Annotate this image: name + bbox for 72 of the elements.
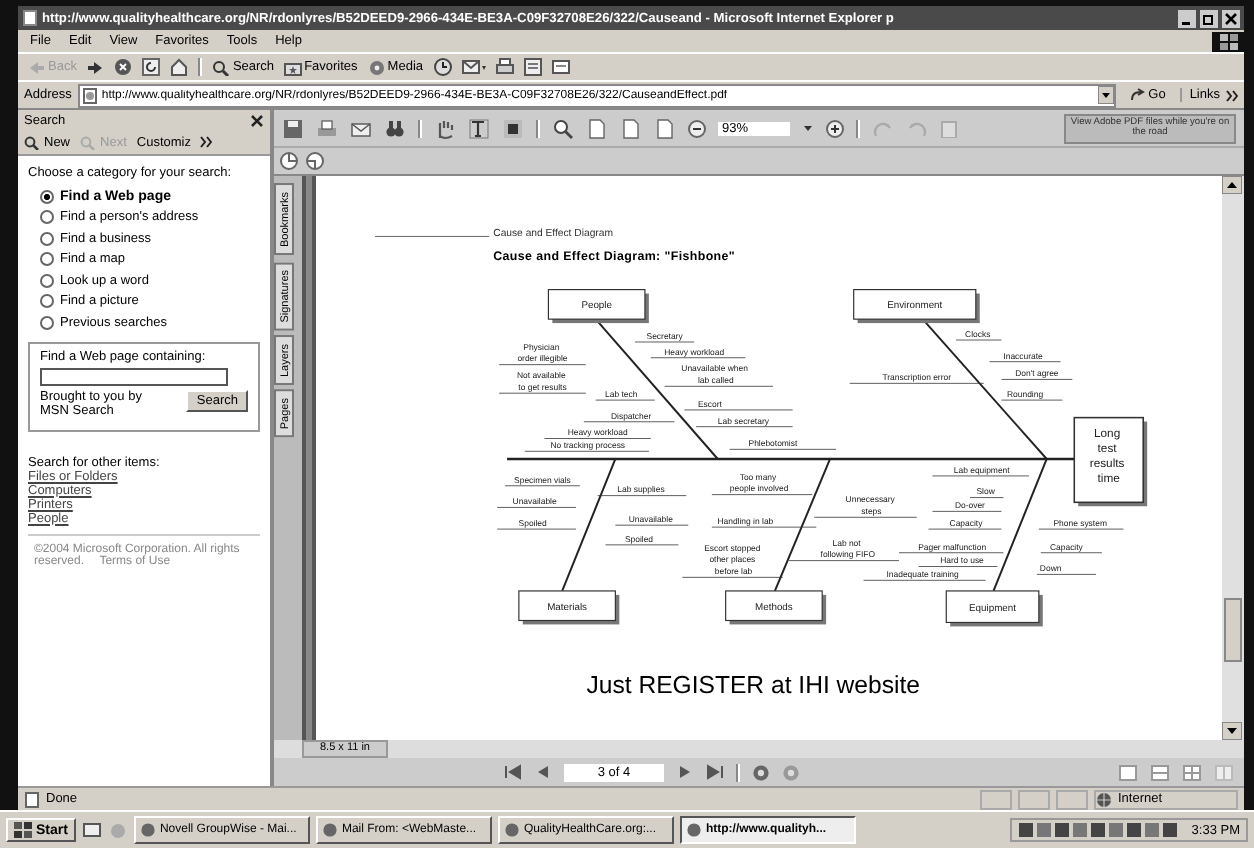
mail-icon[interactable] [461,58,486,76]
page-icon[interactable] [620,117,642,139]
desktop-icon[interactable] [81,821,102,839]
up-arrow-icon[interactable] [1222,176,1242,194]
chevron-icon[interactable] [200,136,213,148]
printer-icon[interactable] [316,117,338,139]
status-pane [980,789,1012,809]
folder-star-icon [284,59,303,75]
status-pane [1056,789,1088,809]
chevron-icon[interactable] [1226,89,1238,101]
restore-icon[interactable] [1200,9,1218,27]
radio-button[interactable] [40,210,54,225]
refresh-icon[interactable] [142,58,161,76]
binoculars-icon[interactable] [384,117,406,139]
page-icon[interactable] [654,117,676,139]
go-arrow-icon [1130,88,1147,102]
mail-icon[interactable] [350,117,372,139]
first-page-icon[interactable] [504,764,522,780]
printer-icon[interactable] [495,58,514,76]
page-icon[interactable] [586,117,608,139]
snapshot-icon[interactable] [502,117,524,139]
rotate-icon[interactable] [278,150,300,172]
dropdown-arrow-icon[interactable] [802,122,814,134]
hand-icon[interactable] [434,117,456,139]
back-arrow-icon [28,59,46,75]
facing-pages-icon[interactable] [1182,763,1202,781]
last-page-icon[interactable] [706,764,724,780]
status-pane [1018,789,1050,809]
search-icon [212,59,231,75]
zoom-in-icon[interactable] [826,119,844,137]
zoom-icon[interactable] [552,117,574,139]
media-icon [367,59,386,75]
minimize-icon[interactable] [1178,9,1196,27]
search-icon [24,135,42,149]
next-page-icon[interactable] [676,764,694,780]
forward-arrow-icon[interactable] [86,59,105,75]
window-icon [139,822,156,838]
dropdown-arrow-icon[interactable] [1098,86,1115,104]
continuous-page-icon[interactable] [1150,763,1170,781]
radio-button[interactable] [40,189,54,204]
radio-button[interactable] [40,273,54,288]
close-icon[interactable] [1222,9,1240,27]
zoom-out-icon[interactable] [688,119,706,137]
close-icon[interactable] [250,113,264,127]
down-arrow-icon[interactable] [1222,722,1242,740]
window-icon [685,822,702,838]
edit-icon[interactable] [523,58,542,76]
scrollbar[interactable] [1222,176,1244,740]
radio-button[interactable] [40,231,54,246]
page-icon [81,87,98,103]
window-icon [503,822,520,838]
back-view-icon[interactable] [752,763,770,781]
history-icon[interactable] [433,58,452,76]
stop-icon[interactable] [114,58,133,76]
radio-button[interactable] [40,294,54,309]
register-note: Just REGISTER at IHI website [586,671,920,700]
flag-icon [14,822,32,838]
save-icon[interactable] [282,117,304,139]
scroll-thumb[interactable] [1224,598,1242,662]
radio-button[interactable] [40,252,54,267]
radio-button[interactable] [40,315,54,330]
flag-icon [1219,33,1237,49]
single-page-icon[interactable] [1118,763,1138,781]
search-field[interactable] [40,367,228,385]
text-select-icon[interactable] [468,117,490,139]
home-icon[interactable] [170,58,189,76]
page-icon [22,10,38,26]
previous-page-icon[interactable] [534,764,552,780]
discuss-icon[interactable] [551,58,570,76]
search-icon [80,135,99,149]
window-icon [321,822,338,838]
rotate-icon[interactable] [304,150,326,172]
